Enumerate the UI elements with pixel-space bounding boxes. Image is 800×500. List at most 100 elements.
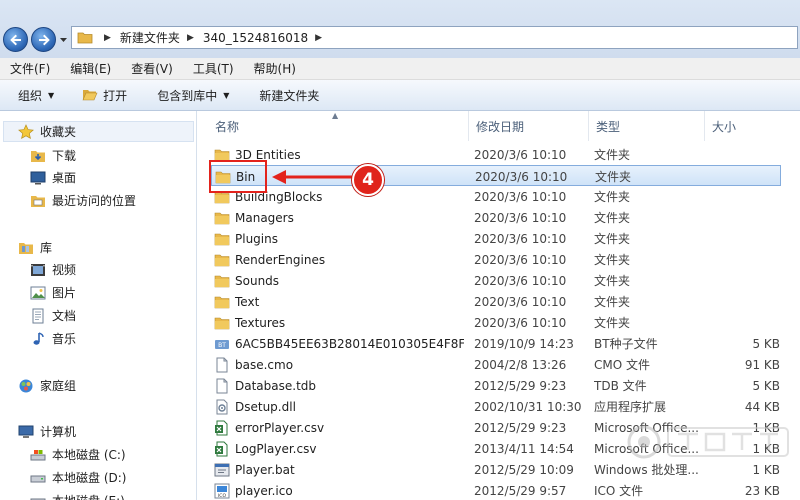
sidebar-item-homegroup[interactable]: 家庭组 — [18, 375, 76, 396]
table-row[interactable]: Sounds 2020/3/6 10:10 文件夹 — [211, 270, 781, 291]
file-name-cell: base.cmo — [214, 354, 464, 375]
excel-file-icon — [215, 441, 228, 456]
breadcrumb[interactable]: ▶ 新建文件夹 ▶ 340_1524816018 ▶ — [71, 26, 798, 49]
file-name-cell: BT 6AC5BB45EE63B28014E010305E4F8F... — [214, 333, 464, 354]
back-button[interactable] — [3, 27, 28, 52]
sidebar-item-drive-d[interactable]: 本地磁盘 (D:) — [30, 467, 126, 488]
file-date: 2020/3/6 10:10 — [474, 189, 567, 204]
file-name: Textures — [235, 315, 286, 330]
table-row[interactable]: BuildingBlocks 2020/3/6 10:10 文件夹 — [211, 186, 781, 207]
breadcrumb-separator[interactable]: ▶ — [315, 33, 322, 43]
file-type: 文件夹 — [594, 211, 631, 225]
file-type: 文件夹 — [594, 190, 631, 204]
table-row[interactable]: Managers 2020/3/6 10:10 文件夹 — [211, 207, 781, 228]
table-row[interactable]: Text 2020/3/6 10:10 文件夹 — [211, 291, 781, 312]
sidebar-item-documents[interactable]: 文档 — [30, 305, 76, 326]
breadcrumb-separator[interactable]: ▶ — [187, 33, 194, 43]
file-name: LogPlayer.csv — [235, 441, 317, 456]
breadcrumb-item[interactable]: 新建文件夹 — [120, 29, 180, 46]
recent-pages-dropdown-icon[interactable] — [59, 35, 68, 44]
sidebar-item-libraries[interactable]: 库 — [18, 237, 52, 258]
file-name-cell: Managers — [214, 207, 464, 228]
star-icon — [18, 123, 34, 139]
menu-tools[interactable]: 工具(T) — [183, 60, 244, 77]
folder-icon — [214, 296, 230, 308]
back-arrow-icon — [9, 34, 21, 45]
file-name: Managers — [235, 210, 294, 225]
organize-button[interactable]: 组织 ▼ — [0, 87, 62, 104]
sidebar-item-pictures[interactable]: 图片 — [30, 282, 76, 303]
table-row[interactable]: BT 6AC5BB45EE63B28014E010305E4F8F... 2019/… — [211, 333, 781, 354]
file-size — [708, 291, 780, 312]
file-name-cell: Sounds — [214, 270, 464, 291]
include-in-library-button[interactable]: 包含到库中 ▼ — [149, 87, 237, 104]
breadcrumb-item[interactable]: 340_1524816018 — [203, 31, 308, 45]
file-type: 文件夹 — [594, 148, 631, 162]
sidebar-item-label: 桌面 — [52, 171, 77, 185]
column-name[interactable]: 名称 — [208, 111, 469, 141]
arrow-left-icon — [272, 170, 356, 184]
column-size-label: 大小 — [712, 119, 737, 134]
column-size[interactable]: 大小 — [705, 111, 800, 141]
computer-icon — [18, 425, 34, 438]
table-row[interactable]: ICO player.ico 2012/5/29 9:57 ICO 文件 23 KB — [211, 480, 781, 500]
file-type: 文件夹 — [594, 232, 631, 246]
sidebar-item-music[interactable]: 音乐 — [30, 328, 76, 349]
breadcrumb-separator[interactable]: ▶ — [104, 33, 111, 43]
menu-help[interactable]: 帮助(H) — [244, 60, 306, 77]
sidebar-item-desktop[interactable]: 桌面 — [30, 167, 76, 188]
music-icon — [33, 331, 44, 345]
file-name: Database.tdb — [235, 378, 317, 393]
sidebar-item-favorites[interactable]: 收藏夹 — [3, 121, 194, 142]
downloads-folder-icon — [31, 150, 45, 162]
table-row[interactable]: 3D Entities 2020/3/6 10:10 文件夹 — [211, 144, 781, 165]
column-date[interactable]: 修改日期 — [469, 111, 589, 141]
file-name-cell: errorPlayer.csv — [214, 417, 464, 438]
open-button[interactable]: 打开 — [74, 87, 135, 104]
file-name-cell: Text — [214, 291, 464, 312]
menu-edit[interactable]: 编辑(E) — [60, 60, 121, 77]
sidebar-item-videos[interactable]: 视频 — [30, 259, 76, 280]
pictures-icon — [30, 286, 46, 299]
sidebar-item-label: 本地磁盘 (D:) — [52, 471, 127, 485]
table-row[interactable]: base.cmo 2004/2/8 13:26 CMO 文件 91 KB — [211, 354, 781, 375]
file-size — [708, 144, 780, 165]
open-label: 打开 — [103, 88, 128, 103]
sidebar-item-label: 下载 — [52, 149, 77, 163]
folder-icon — [214, 233, 230, 245]
new-folder-button[interactable]: 新建文件夹 — [251, 87, 327, 104]
sidebar-item-computer[interactable]: 计算机 — [18, 421, 76, 442]
file-size — [708, 312, 780, 333]
file-name: 6AC5BB45EE63B28014E010305E4F8F... — [235, 336, 464, 351]
file-date: 2020/3/6 10:10 — [474, 273, 567, 288]
folder-icon — [214, 275, 230, 287]
table-row[interactable]: RenderEngines 2020/3/6 10:10 文件夹 — [211, 249, 781, 270]
sidebar-item-label: 视频 — [52, 263, 77, 277]
svg-text:ICO: ICO — [218, 493, 226, 499]
svg-text:BT: BT — [218, 342, 226, 349]
include-label: 包含到库中 — [157, 88, 218, 103]
highlight-box — [209, 160, 267, 193]
file-name-cell: Player.bat — [214, 459, 464, 480]
sidebar-item-drive-e[interactable]: 本地磁盘 (E:) — [30, 490, 125, 500]
table-row[interactable]: Database.tdb 2012/5/29 9:23 TDB 文件 5 KB — [211, 375, 781, 396]
table-row[interactable]: Plugins 2020/3/6 10:10 文件夹 — [211, 228, 781, 249]
sidebar-item-downloads[interactable]: 下载 — [30, 145, 76, 166]
file-name-cell: Textures — [214, 312, 464, 333]
chevron-down-icon: ▼ — [223, 90, 230, 100]
desktop-icon — [30, 171, 46, 184]
file-date: 2019/10/9 14:23 — [474, 336, 574, 351]
file-type: CMO 文件 — [594, 358, 650, 372]
menu-file[interactable]: 文件(F) — [0, 60, 60, 77]
menu-view[interactable]: 查看(V) — [121, 60, 183, 77]
column-name-label: 名称 — [215, 119, 240, 134]
column-type[interactable]: 类型 — [589, 111, 705, 141]
forward-button[interactable] — [31, 27, 56, 52]
sidebar-item-drive-c[interactable]: 本地磁盘 (C:) — [30, 444, 126, 465]
file-size: 5 KB — [752, 378, 780, 393]
menu-bar: 文件(F) 编辑(E) 查看(V) 工具(T) 帮助(H) — [0, 58, 800, 80]
table-row[interactable]: Textures 2020/3/6 10:10 文件夹 — [211, 312, 781, 333]
sidebar-item-label: 音乐 — [52, 332, 77, 346]
sidebar-item-label: 最近访问的位置 — [52, 194, 137, 208]
sidebar-item-recent[interactable]: 最近访问的位置 — [30, 190, 136, 211]
